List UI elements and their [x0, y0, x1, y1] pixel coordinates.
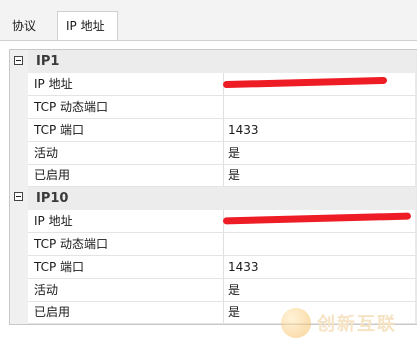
group-header-ip1[interactable]: IP1	[28, 50, 416, 73]
watermark: 创新互联	[281, 305, 397, 341]
tab-protocol[interactable]: 协议	[4, 12, 50, 40]
property-key: 活动	[34, 146, 59, 160]
collapse-icon[interactable]	[14, 56, 23, 65]
property-key: IP 地址	[34, 77, 73, 91]
group-label: IP1	[36, 54, 60, 69]
property-row[interactable]: 已启用 是	[28, 164, 416, 187]
property-key: TCP 端口	[34, 123, 85, 137]
property-key: TCP 动态端口	[34, 237, 109, 251]
property-grid: IP1 IP 地址 TCP 动态端口 TCP 端口 1433 活动 是 已启用 …	[9, 49, 417, 325]
tab-divider	[0, 40, 417, 41]
property-row[interactable]: TCP 端口 1433	[28, 256, 416, 279]
property-key: 活动	[34, 283, 59, 297]
watermark-logo-icon	[281, 308, 311, 338]
tab-ip-address[interactable]: IP 地址	[57, 11, 118, 41]
property-row[interactable]: TCP 动态端口	[28, 233, 416, 256]
property-row[interactable]: 活动 是	[28, 142, 416, 165]
grid-gutter	[10, 50, 28, 324]
property-value[interactable]: 是	[228, 279, 408, 302]
property-value[interactable]: 是	[228, 164, 408, 187]
collapse-icon[interactable]	[14, 192, 23, 201]
group-label: IP10	[36, 191, 69, 206]
property-value[interactable]: 1433	[228, 256, 408, 279]
group-header-ip10[interactable]: IP10	[28, 187, 416, 210]
property-row[interactable]: 活动 是	[28, 279, 416, 302]
tab-bar: 协议 IP 地址	[0, 0, 417, 41]
property-key: TCP 端口	[34, 260, 85, 274]
property-key: 已启用	[34, 305, 71, 319]
property-key: 已启用	[34, 168, 71, 182]
property-key: TCP 动态端口	[34, 100, 109, 114]
property-key: IP 地址	[34, 214, 73, 228]
property-value[interactable]: 是	[228, 142, 408, 165]
watermark-text: 创新互联	[317, 314, 397, 335]
property-row[interactable]: TCP 端口 1433	[28, 119, 416, 142]
property-row[interactable]: TCP 动态端口	[28, 96, 416, 119]
property-value[interactable]: 1433	[228, 119, 408, 142]
